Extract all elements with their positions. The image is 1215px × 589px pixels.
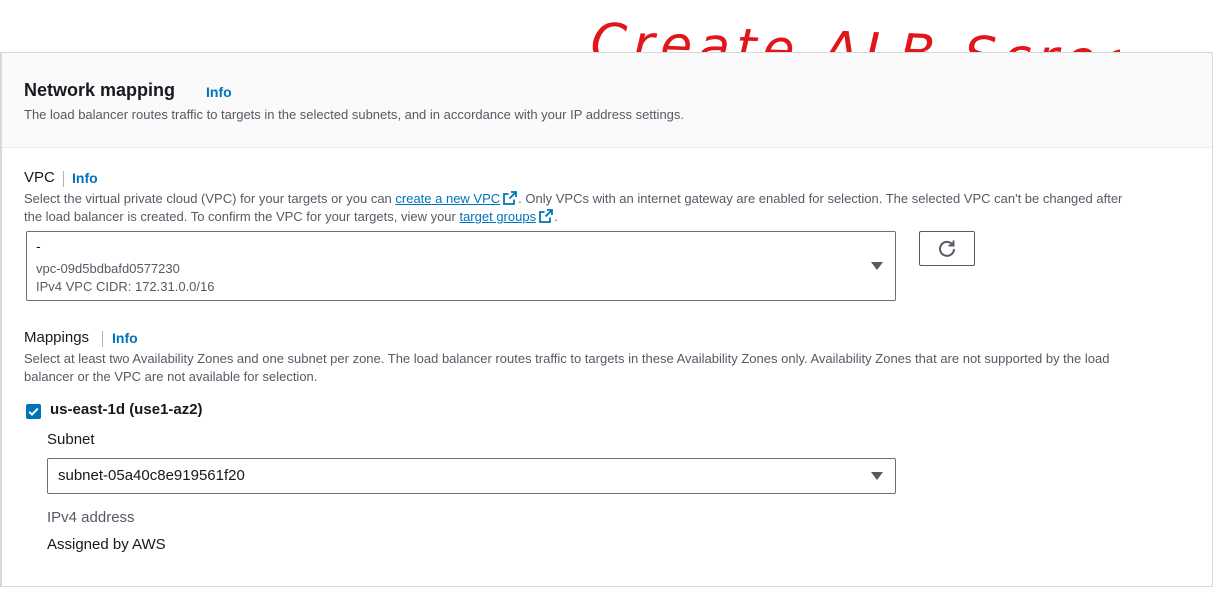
subnet-label: Subnet (47, 431, 95, 448)
vpc-description: Select the virtual private cloud (VPC) f… (24, 190, 1204, 226)
mappings-info-link[interactable]: Info (112, 330, 138, 346)
mappings-desc-text-2: balancer or the VPC are not available fo… (24, 369, 318, 384)
mappings-label-separator (102, 331, 103, 347)
vpc-desc-text: Select the virtual private cloud (VPC) f… (24, 191, 396, 206)
vpc-selected-id: vpc-09d5bdbafd0577230 (36, 261, 180, 276)
refresh-button[interactable] (919, 231, 975, 266)
refresh-icon (939, 240, 955, 257)
vpc-select[interactable]: - vpc-09d5bdbafd0577230 IPv4 VPC CIDR: 1… (26, 231, 896, 301)
subnet-select[interactable]: subnet-05a40c8e919561f20 (47, 458, 896, 494)
vpc-label-separator (63, 171, 64, 187)
vpc-desc-text-3: the load balancer is created. To confirm… (24, 209, 460, 224)
external-link-icon[interactable] (502, 190, 518, 206)
vpc-selected-cidr: IPv4 VPC CIDR: 172.31.0.0/16 (36, 279, 215, 294)
mappings-desc-text: Select at least two Availability Zones a… (24, 351, 1110, 366)
network-mapping-panel: Network mapping Info The load balancer r… (0, 52, 1213, 587)
caret-down-icon (871, 472, 883, 480)
vpc-desc-text-2: . Only VPCs with an internet gateway are… (518, 191, 1123, 206)
ipv4-address-label: IPv4 address (47, 509, 135, 526)
vpc-desc-text-4: . (554, 209, 558, 224)
az-checkbox[interactable] (26, 404, 41, 419)
subnet-selected-value: subnet-05a40c8e919561f20 (58, 467, 245, 484)
mappings-description: Select at least two Availability Zones a… (24, 350, 1204, 386)
checkmark-icon (28, 407, 39, 417)
ipv4-address-value: Assigned by AWS (47, 536, 166, 553)
section-description: The load balancer routes traffic to targ… (24, 107, 685, 122)
section-title: Network mapping (24, 80, 176, 100)
section-info-link[interactable]: Info (206, 84, 232, 100)
external-link-icon[interactable] (538, 208, 554, 224)
az-label: us-east-1d (use1-az2) (50, 401, 203, 418)
vpc-selected-name: - (36, 238, 41, 254)
vpc-label: VPC (24, 169, 55, 186)
mappings-label: Mappings (24, 329, 90, 346)
panel-header: Network mapping Info The load balancer r… (2, 53, 1212, 148)
target-groups-link[interactable]: target groups (459, 209, 536, 224)
create-vpc-link[interactable]: create a new VPC (395, 191, 500, 206)
vpc-info-link[interactable]: Info (72, 170, 98, 186)
caret-down-icon (871, 262, 883, 270)
